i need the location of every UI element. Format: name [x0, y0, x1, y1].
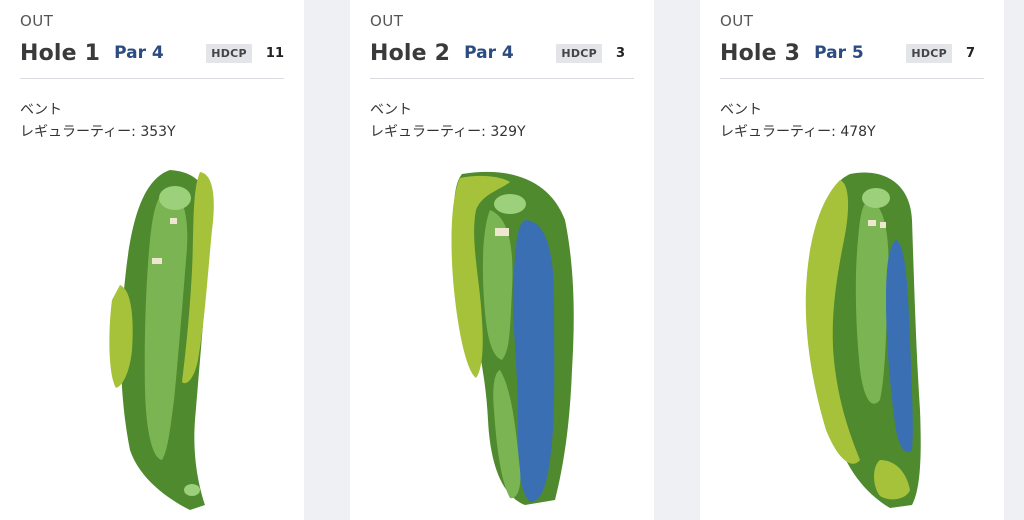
- fairway: [855, 200, 889, 404]
- hole-header: Hole 1 Par 4 HDCP 11: [20, 36, 284, 70]
- hole-map-3: [700, 160, 1004, 520]
- regular-tee-distance: レギュラーティー: 478Y: [720, 124, 876, 140]
- par-label: Par 4: [464, 43, 514, 63]
- hdcp-badge: HDCP: [556, 43, 602, 63]
- course-section-label: OUT: [370, 12, 404, 30]
- hdcp-badge: HDCP: [206, 43, 252, 63]
- par-label: Par 4: [114, 43, 164, 63]
- hole-card-3[interactable]: OUT Hole 3 Par 5 HDCP 7 ベント レギュラーティー: 47…: [700, 0, 1004, 520]
- hole-title: Hole 3: [720, 40, 801, 66]
- hdcp-value: 11: [265, 45, 284, 61]
- hdcp-value: 3: [616, 45, 626, 61]
- hole-title: Hole 1: [20, 40, 101, 66]
- hole-header: Hole 3 Par 5 HDCP 7: [720, 36, 984, 70]
- regular-tee-distance: レギュラーティー: 353Y: [20, 124, 176, 140]
- green-type: ベント: [20, 102, 62, 118]
- bunker: [880, 222, 886, 228]
- hole-map-2: [350, 160, 654, 520]
- course-section-label: OUT: [20, 12, 54, 30]
- hdcp-badge: HDCP: [906, 43, 952, 63]
- tee-box: [184, 484, 200, 496]
- hole-cards-row: OUT Hole 1 Par 4 HDCP 11 ベント レギュラーティー: 3…: [0, 0, 1024, 520]
- water-hazard: [512, 220, 555, 502]
- header-divider: [20, 78, 284, 79]
- putting-green: [494, 194, 526, 214]
- putting-green: [862, 188, 890, 208]
- bunker: [170, 218, 177, 224]
- hdcp-value: 7: [966, 45, 976, 61]
- bunker: [152, 258, 162, 264]
- hole-card-2[interactable]: OUT Hole 2 Par 4 HDCP 3 ベント レギュラーティー: 32…: [350, 0, 654, 520]
- header-divider: [720, 78, 984, 79]
- hole-card-1[interactable]: OUT Hole 1 Par 4 HDCP 11 ベント レギュラーティー: 3…: [0, 0, 304, 520]
- putting-green: [159, 186, 191, 210]
- regular-tee-distance: レギュラーティー: 329Y: [370, 124, 526, 140]
- green-type: ベント: [370, 102, 412, 118]
- par-label: Par 5: [814, 43, 864, 63]
- hole-title: Hole 2: [370, 40, 451, 66]
- course-section-label: OUT: [720, 12, 754, 30]
- bunker: [495, 228, 509, 236]
- hole-header: Hole 2 Par 4 HDCP 3: [370, 36, 634, 70]
- bunker: [868, 220, 876, 226]
- hole-map-1: [0, 160, 304, 520]
- green-type: ベント: [720, 102, 762, 118]
- header-divider: [370, 78, 634, 79]
